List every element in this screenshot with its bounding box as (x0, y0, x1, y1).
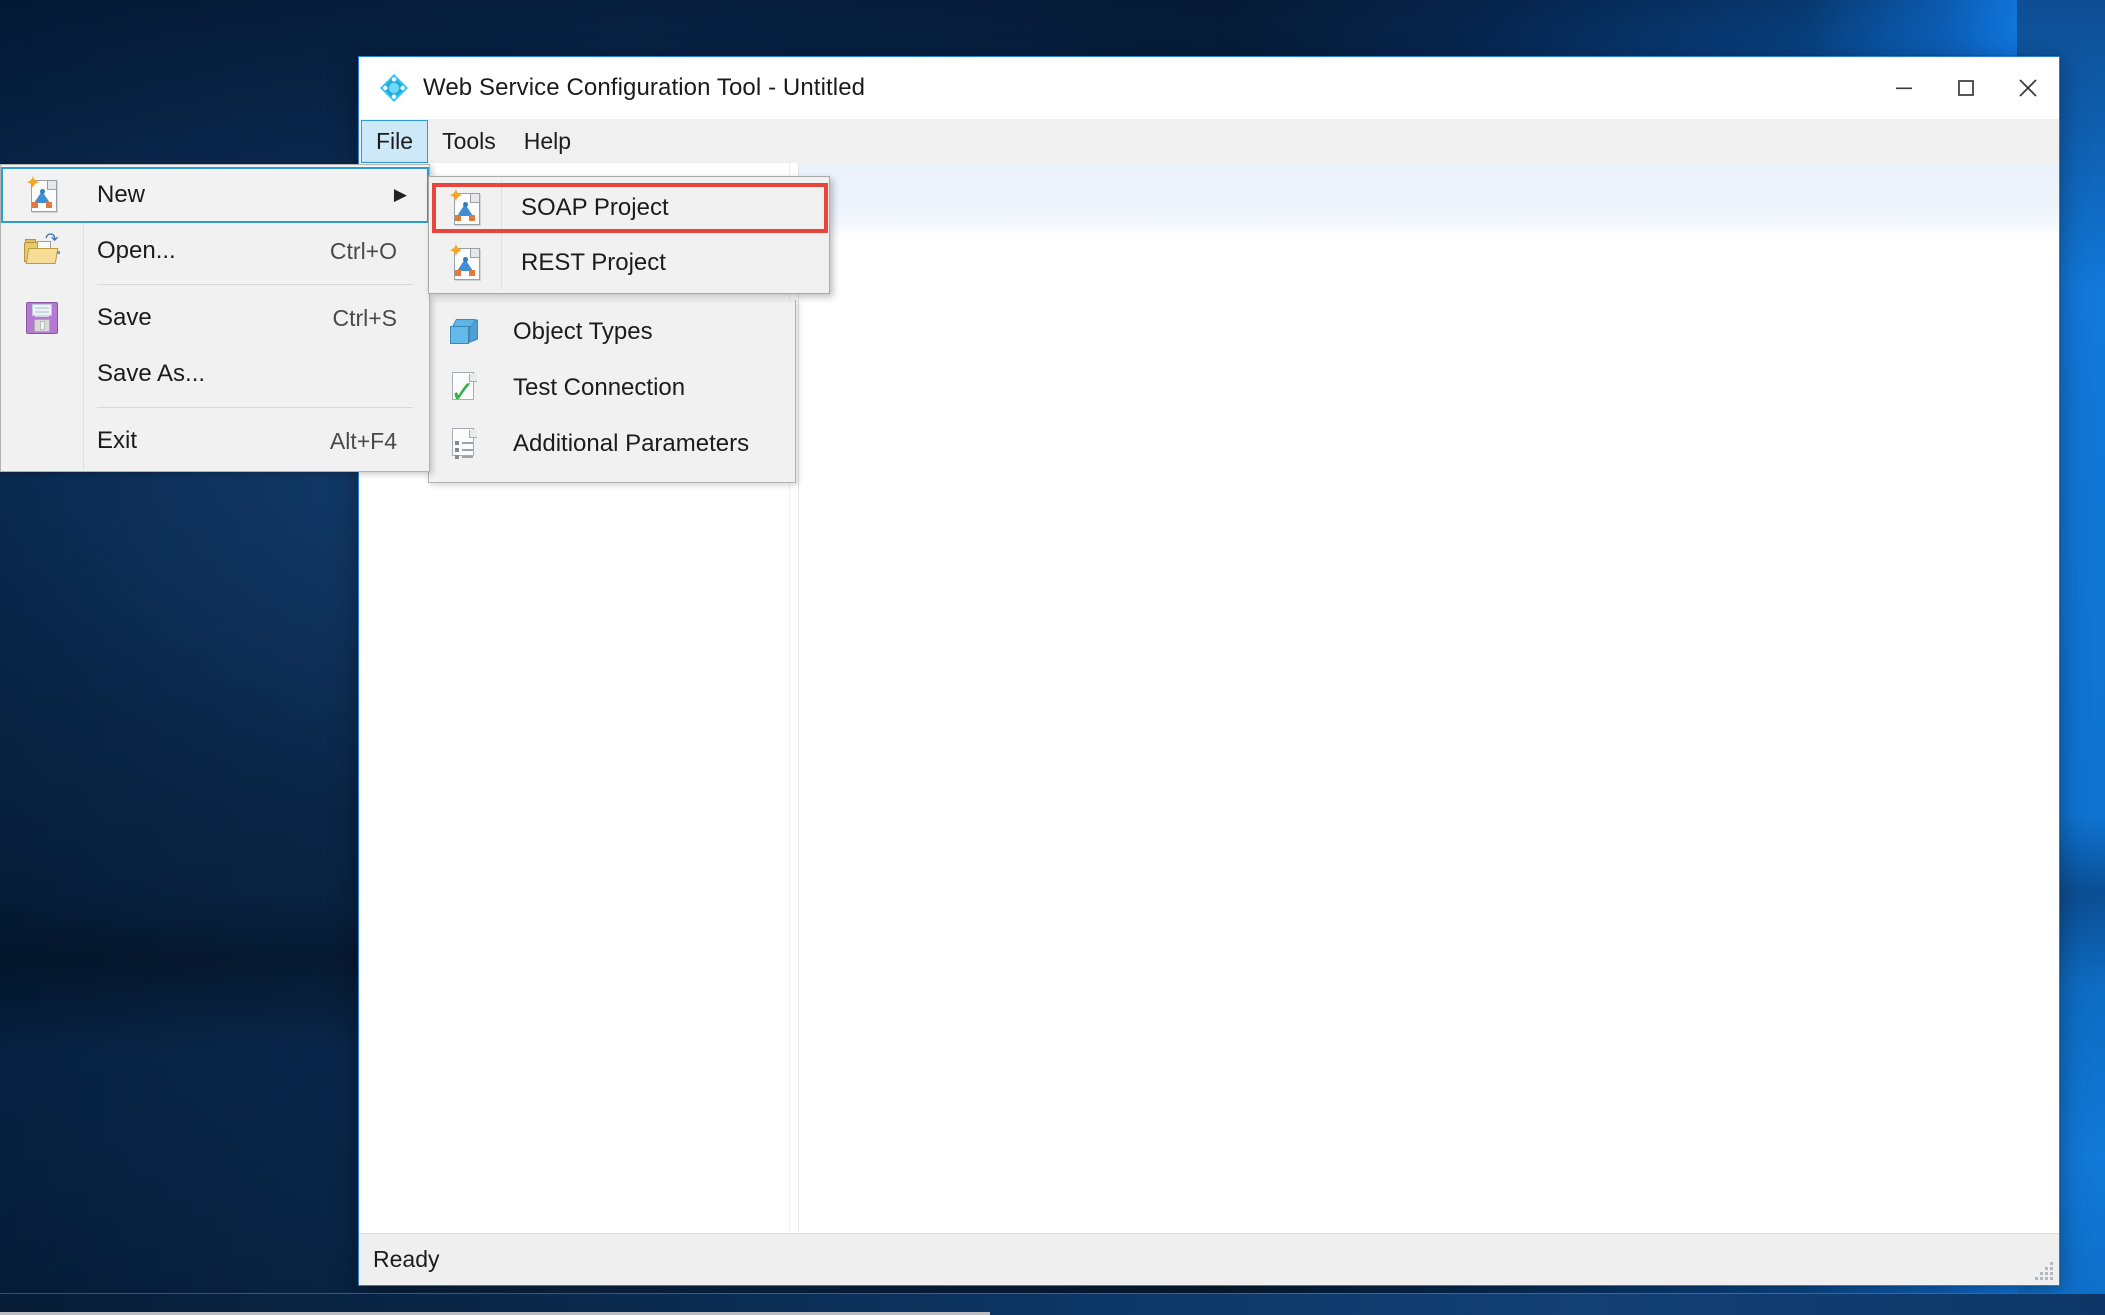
submenu-item-soap-project-label: SOAP Project (521, 193, 669, 221)
menu-item-save-label: Save (97, 304, 152, 331)
menu-item-exit-accel: Alt+F4 (329, 427, 397, 454)
submenu-item-rest-project[interactable]: ✦ REST Project (429, 235, 829, 290)
app-diamond-icon (379, 73, 409, 103)
menu-bar: File Tools Help (359, 119, 2059, 163)
menubar-item-tools-label: Tools (442, 127, 496, 154)
menu-item-test-connection[interactable]: ✓ Test Connection (429, 360, 795, 416)
window-controls (1873, 57, 2059, 119)
menubar-item-file[interactable]: File (361, 120, 429, 163)
maximize-button[interactable] (1935, 57, 1997, 119)
new-submenu: ✦ SOAP Project ✦ REST Project (428, 176, 830, 294)
menu-item-new[interactable]: ✦ New ▶ (1, 167, 429, 223)
menu-item-save-as-label: Save As... (97, 360, 206, 387)
blue-cube-icon (429, 304, 501, 360)
resize-grip-icon[interactable] (2031, 1258, 2053, 1280)
menu-item-exit[interactable]: Exit Alt+F4 (1, 413, 429, 469)
menu-item-new-label: New (97, 181, 146, 208)
menu-item-object-types-label: Object Types (513, 318, 653, 345)
close-icon (2019, 79, 2037, 97)
close-button[interactable] (1997, 57, 2059, 119)
menu-item-exit-label: Exit (97, 427, 138, 454)
menubar-item-help[interactable]: Help (510, 119, 585, 163)
menu-item-additional-parameters[interactable]: Additional Parameters (429, 416, 795, 472)
menu-item-save-as-icon-slot (1, 346, 83, 402)
parameters-document-icon (429, 416, 501, 472)
menubar-item-help-label: Help (523, 127, 572, 154)
minimize-icon (1896, 87, 1912, 90)
minimize-button[interactable] (1873, 57, 1935, 119)
new-document-icon: ✦ (1, 167, 83, 223)
green-check-document-icon: ✓ (429, 360, 501, 416)
menu-separator-2 (97, 407, 413, 408)
window-titlebar[interactable]: Web Service Configuration Tool - Untitle… (359, 57, 2059, 119)
submenu-item-soap-project[interactable]: ✦ SOAP Project (429, 180, 829, 235)
desktop-background: Web Service Configuration Tool - Untitle… (0, 0, 2105, 1315)
window-title: Web Service Configuration Tool - Untitle… (423, 74, 866, 101)
maximize-icon (1958, 80, 1974, 96)
taskbar[interactable] (0, 1293, 2105, 1315)
menu-item-test-connection-label: Test Connection (513, 374, 686, 401)
menu-item-open-accel: Ctrl+O (329, 237, 397, 264)
menu-item-save[interactable]: Save Ctrl+S (1, 290, 429, 346)
new-document-icon: ✦ (429, 235, 501, 290)
menu-separator-1 (97, 284, 413, 285)
open-folder-icon: ↷ (1, 223, 83, 279)
submenu-item-rest-project-label: REST Project (521, 248, 666, 276)
file-dropdown-menu: ✦ New ▶ ↷ Open... Ctrl+O Save Ctrl+S Sav… (0, 164, 430, 472)
menu-item-additional-parameters-label: Additional Parameters (513, 430, 750, 457)
menu-item-open[interactable]: ↷ Open... Ctrl+O (1, 223, 429, 279)
menubar-item-file-label: File (376, 128, 414, 154)
status-bar: Ready (359, 1233, 2059, 1285)
menu-item-save-as[interactable]: Save As... (1, 346, 429, 402)
menu-item-open-label: Open... (97, 237, 176, 264)
status-text: Ready (373, 1246, 440, 1272)
save-floppy-icon (1, 290, 83, 346)
tools-dropdown-menu: Object Types ✓ Test Connection Additiona… (428, 300, 796, 483)
menu-item-save-accel: Ctrl+S (332, 304, 397, 331)
right-pane (799, 163, 2059, 1233)
chevron-right-icon: ▶ (393, 185, 407, 204)
menubar-item-tools[interactable]: Tools (428, 119, 510, 163)
new-document-icon: ✦ (429, 180, 501, 235)
menu-item-object-types[interactable]: Object Types (429, 304, 795, 360)
content-header-band (799, 163, 2059, 235)
menu-item-exit-icon-slot (1, 413, 83, 469)
